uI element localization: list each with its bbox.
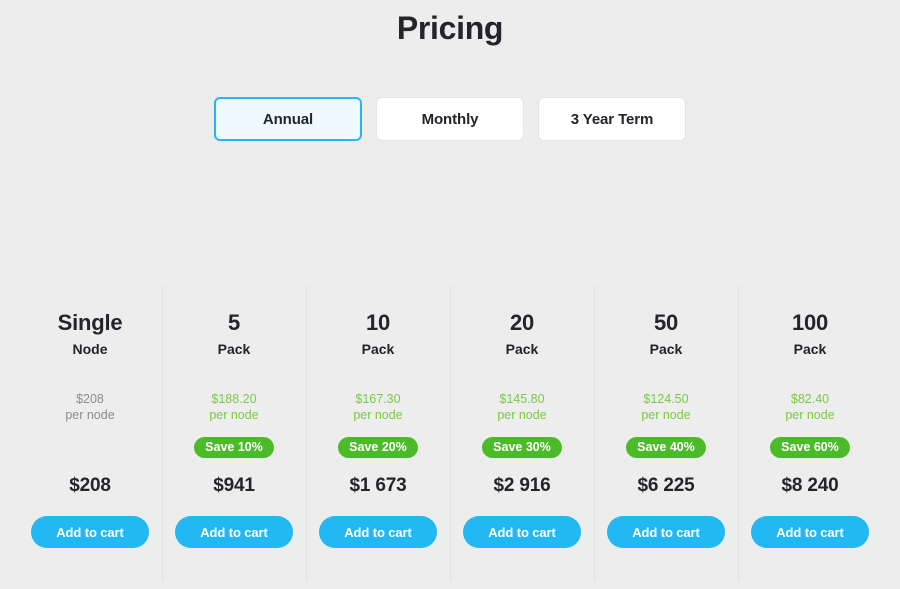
plan-column: 20 Pack $145.80 per node Save 30% $2 916…: [450, 285, 594, 581]
plan-per-node-label: per node: [209, 407, 259, 422]
pricing-page: Pricing Annual Monthly 3 Year Term Singl…: [0, 0, 900, 589]
save-badge: Save 20%: [338, 436, 418, 458]
plan-unit: Pack: [505, 341, 539, 357]
plan-per-node-label: per node: [353, 407, 403, 422]
plan-total-price: $208: [69, 475, 111, 497]
plan-column: Single Node $208 per node $208 Add to ca…: [18, 285, 162, 581]
add-to-cart-button[interactable]: Add to cart: [463, 516, 581, 549]
plan-badge-slot: Save 60%: [770, 436, 850, 458]
plan-unit: Pack: [793, 341, 827, 357]
plan-per-node-price: $124.50 per node: [641, 392, 690, 423]
plan-total-price: $2 916: [493, 475, 551, 497]
plan-per-node-amount: $167.30: [355, 392, 401, 406]
plan-column: 10 Pack $167.30 per node Save 20% $1 673…: [306, 285, 450, 581]
plan-per-node-label: per node: [497, 407, 547, 422]
plan-per-node-amount: $208: [76, 392, 104, 406]
plan-unit: Pack: [361, 341, 395, 357]
pricing-plan-list: Single Node $208 per node $208 Add to ca…: [18, 285, 882, 581]
plan-per-node-price: $188.20 per node: [209, 392, 258, 423]
tab-annual-label: Annual: [262, 110, 314, 128]
plan-per-node-amount: $82.40: [790, 392, 830, 406]
plan-quantity: 20: [509, 310, 535, 335]
tab-monthly-label: Monthly: [421, 110, 479, 128]
save-badge: Save 40%: [626, 436, 706, 458]
plan-per-node-amount: $124.50: [643, 392, 689, 406]
plan-unit: Pack: [217, 341, 251, 357]
plan-quantity: Single: [57, 310, 123, 335]
plan-per-node-label: per node: [785, 407, 835, 422]
add-to-cart-button[interactable]: Add to cart: [31, 516, 149, 549]
plan-badge-slot: Save 10%: [194, 436, 274, 458]
tab-monthly[interactable]: Monthly: [376, 97, 524, 141]
billing-term-tabs: Annual Monthly 3 Year Term: [0, 97, 900, 141]
plan-unit: Node: [72, 341, 108, 357]
save-badge: Save 10%: [194, 436, 274, 458]
plan-column: 50 Pack $124.50 per node Save 40% $6 225…: [594, 285, 738, 581]
plan-total-price: $8 240: [781, 475, 839, 497]
tab-annual[interactable]: Annual: [214, 97, 362, 141]
plan-badge-slot: Save 40%: [626, 436, 706, 458]
tab-3-year-term[interactable]: 3 Year Term: [538, 97, 686, 141]
save-badge: Save 30%: [482, 436, 562, 458]
plan-per-node-price: $167.30 per node: [353, 392, 402, 423]
plan-per-node-price: $145.80 per node: [497, 392, 546, 423]
plan-per-node-label: per node: [65, 407, 115, 422]
plan-quantity: 10: [365, 310, 391, 335]
plan-per-node-amount: $188.20: [211, 392, 257, 406]
plan-quantity: 5: [227, 310, 241, 335]
plan-badge-slot: Save 30%: [482, 436, 562, 458]
plan-column: 5 Pack $188.20 per node Save 10% $941 Ad…: [162, 285, 306, 581]
plan-quantity: 100: [791, 310, 829, 335]
add-to-cart-button[interactable]: Add to cart: [751, 516, 869, 549]
add-to-cart-button[interactable]: Add to cart: [319, 516, 437, 549]
page-title: Pricing: [396, 10, 504, 46]
plan-column: 100 Pack $82.40 per node Save 60% $8 240…: [738, 285, 882, 581]
plan-total-price: $6 225: [637, 475, 695, 497]
plan-per-node-label: per node: [641, 407, 691, 422]
tab-3-year-term-label: 3 Year Term: [570, 110, 654, 128]
save-badge: Save 60%: [770, 436, 850, 458]
plan-total-price: $941: [213, 475, 255, 497]
plan-badge-slot: Save 20%: [338, 436, 418, 458]
add-to-cart-button[interactable]: Add to cart: [175, 516, 293, 549]
plan-per-node-price: $208 per node: [65, 392, 114, 423]
plan-per-node-price: $82.40 per node: [785, 392, 834, 423]
plan-total-price: $1 673: [349, 475, 407, 497]
plan-quantity: 50: [653, 310, 679, 335]
plan-per-node-amount: $145.80: [499, 392, 545, 406]
plan-unit: Pack: [649, 341, 683, 357]
add-to-cart-button[interactable]: Add to cart: [607, 516, 725, 549]
